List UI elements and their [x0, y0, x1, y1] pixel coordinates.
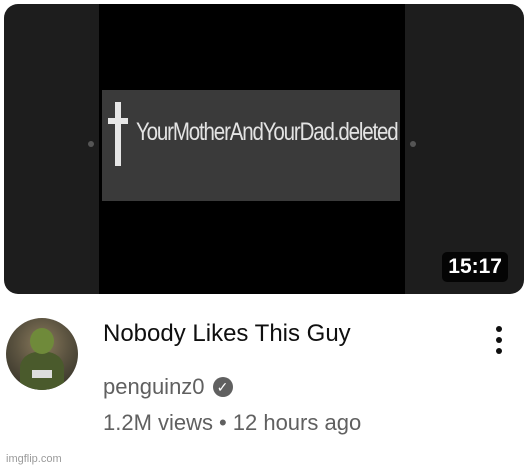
- thumbnail-banner: YourMotherAndYourDad.deleted: [102, 90, 400, 201]
- video-thumbnail[interactable]: YourMotherAndYourDad.deleted 15:17: [4, 4, 524, 294]
- watermark: imgflip.com: [6, 453, 62, 465]
- cross-icon: [108, 102, 128, 166]
- view-count: 1.2M views: [103, 410, 214, 435]
- meta-separator: •: [219, 410, 227, 435]
- verified-check-icon: ✓: [212, 377, 233, 397]
- thumbnail-dot-right: [410, 141, 416, 147]
- thumbnail-dot-left: [88, 141, 94, 147]
- upload-age: 12 hours ago: [232, 410, 362, 435]
- more-vert-icon[interactable]: [492, 322, 506, 362]
- channel-name[interactable]: penguinz0: [103, 374, 205, 400]
- channel-avatar[interactable]: [6, 318, 78, 390]
- video-meta: 1.2M views • 12 hours ago: [103, 410, 361, 436]
- duration-badge: 15:17: [442, 252, 508, 282]
- banner-text: YourMotherAndYourDad.deleted: [136, 118, 399, 146]
- video-title[interactable]: Nobody Likes This Guy: [103, 320, 351, 348]
- channel-row: penguinz0 ✓: [103, 374, 233, 400]
